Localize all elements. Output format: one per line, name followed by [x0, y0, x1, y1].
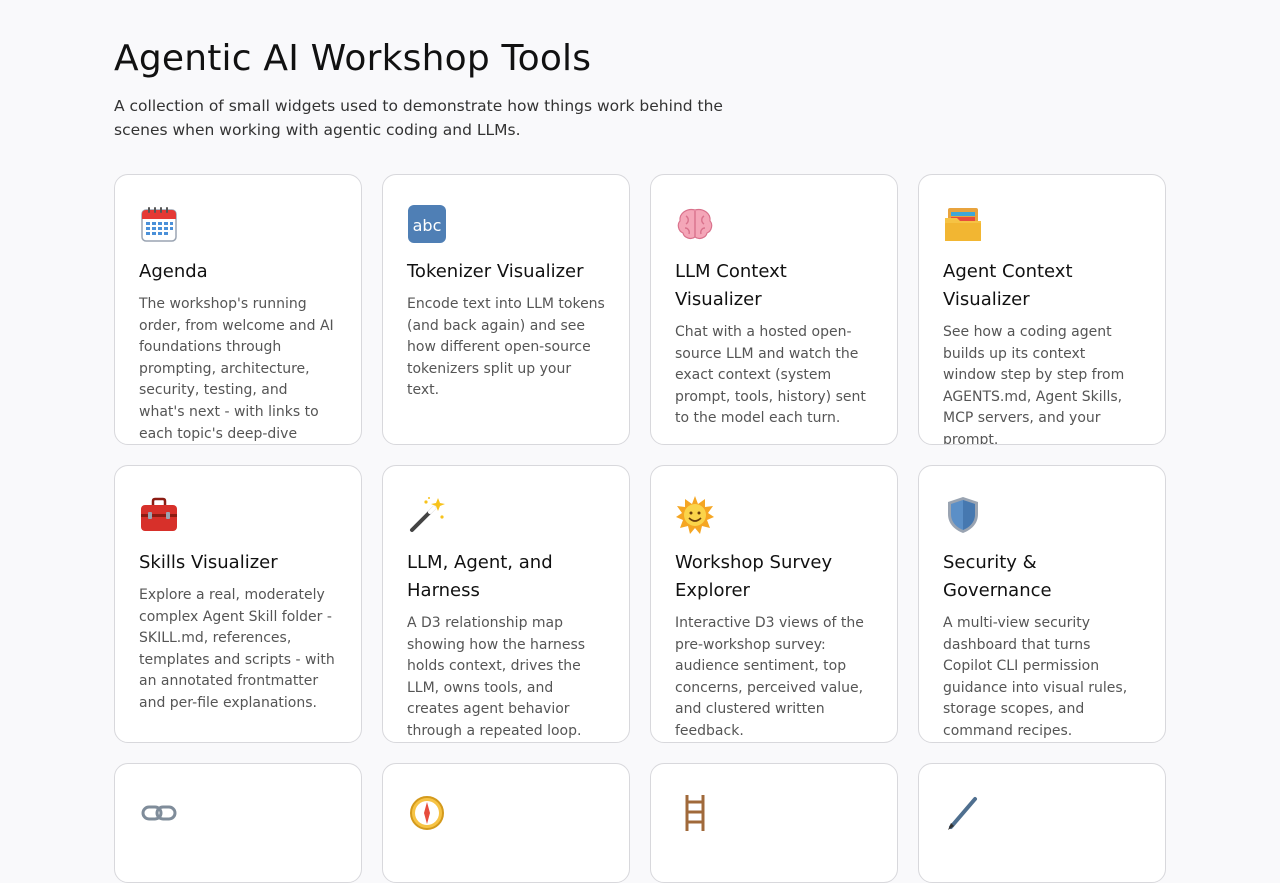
tool-grid: Agenda The workshop's running order, fro… — [114, 174, 1166, 883]
brain-icon — [677, 208, 713, 239]
magic-wand-icon — [410, 497, 445, 532]
sun-icon — [676, 496, 714, 534]
card-description: Encode text into LLM tokens (and back ag… — [407, 296, 605, 399]
card-partial[interactable] — [114, 763, 362, 883]
folders-icon — [945, 208, 981, 241]
card-agenda[interactable]: Agenda The workshop's running order, fro… — [114, 174, 362, 445]
abc-icon: abc — [408, 205, 446, 243]
card-llm-agent-harness[interactable]: LLM, Agent, and Harness A D3 relationshi… — [382, 465, 630, 743]
card-skills-visualizer[interactable]: Skills Visualizer Explore a real, modera… — [114, 465, 362, 743]
card-partial[interactable] — [382, 763, 630, 883]
card-title: Skills Visualizer — [139, 552, 278, 573]
svg-text:abc: abc — [413, 216, 442, 235]
card-partial[interactable] — [650, 763, 898, 883]
card-security-governance[interactable]: Security & Governance A multi-view secur… — [918, 465, 1166, 743]
card-agent-context-visualizer[interactable]: Agent Context Visualizer See how a codin… — [918, 174, 1166, 445]
link-icon — [141, 805, 177, 821]
card-partial[interactable] — [918, 763, 1166, 883]
card-description: The workshop's running order, from welco… — [139, 296, 334, 442]
card-title: Workshop Survey Explorer — [675, 552, 833, 601]
shield-icon — [948, 497, 978, 533]
card-title: Security & Governance — [943, 552, 1052, 601]
card-description: See how a coding agent builds up its con… — [943, 324, 1125, 445]
card-description: Interactive D3 views of the pre-workshop… — [675, 615, 864, 739]
page-title: Agentic AI Workshop Tools — [114, 38, 592, 79]
card-title: Tokenizer Visualizer — [407, 261, 584, 282]
card-title: LLM Context Visualizer — [675, 261, 787, 310]
card-tokenizer-visualizer[interactable]: abc Tokenizer Visualizer Encode text int… — [382, 174, 630, 445]
page-subtitle: A collection of small widgets used to de… — [114, 97, 723, 139]
card-description: Explore a real, moderately complex Agent… — [139, 587, 335, 711]
card-title: Agent Context Visualizer — [943, 261, 1073, 310]
card-title: Agenda — [139, 261, 208, 282]
ladder-icon — [685, 795, 705, 831]
card-description: Chat with a hosted open-source LLM and w… — [675, 324, 866, 427]
card-workshop-survey-explorer[interactable]: Workshop Survey Explorer Interactive D3 … — [650, 465, 898, 743]
compass-icon — [410, 796, 444, 830]
card-description: A D3 relationship map showing how the ha… — [407, 615, 586, 739]
card-llm-context-visualizer[interactable]: LLM Context Visualizer Chat with a hoste… — [650, 174, 898, 445]
pen-icon — [948, 797, 977, 830]
calendar-icon — [141, 207, 177, 242]
card-title: LLM, Agent, and Harness — [407, 552, 553, 601]
toolbox-icon — [141, 497, 177, 531]
card-description: A multi-view security dashboard that tur… — [943, 615, 1128, 739]
